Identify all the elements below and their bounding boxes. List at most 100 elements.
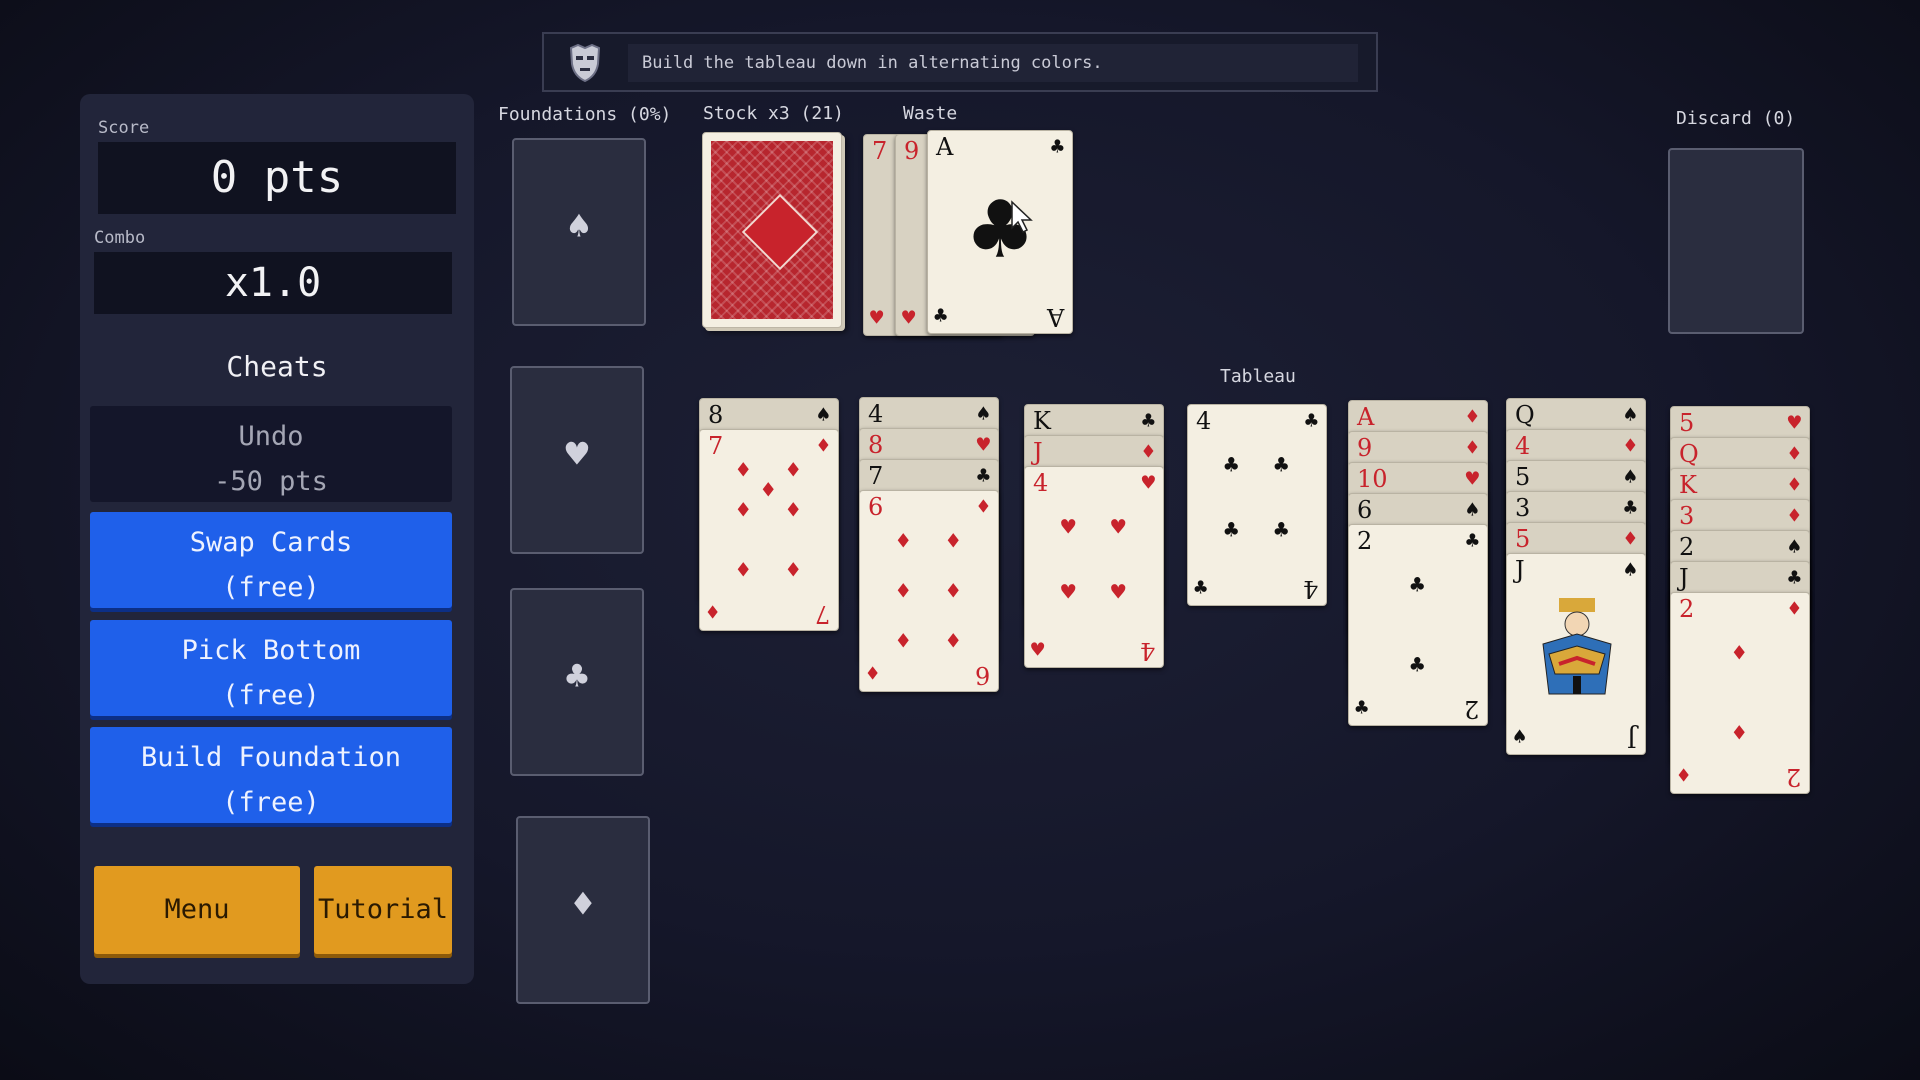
card-suit-bottom: ♦: [1677, 764, 1691, 789]
card-back: [711, 141, 833, 319]
foundations-label: Foundations (0%): [498, 104, 672, 125]
swap-cards-label: Swap Cards: [189, 527, 353, 558]
swap-cards-cost: (free): [222, 572, 320, 603]
card-rank: 8: [868, 431, 884, 459]
card-pip: ♦: [946, 577, 961, 605]
tableau-card[interactable]: 2 ♣ ♣ 2 ♣ ♣: [1348, 524, 1488, 726]
card-rank-bottom: 7: [814, 600, 830, 628]
card-rank: 6: [868, 493, 884, 521]
card-pip: ♥: [1111, 578, 1126, 606]
card-rank: 8: [708, 401, 724, 429]
card-suit: ♦: [1787, 442, 1801, 467]
card-pip: ♦: [736, 456, 751, 484]
swap-cards-button[interactable]: Swap Cards (free): [90, 512, 452, 608]
card-rank: K: [1679, 471, 1697, 499]
jack-portrait-icon: [1542, 598, 1612, 695]
card-suit: ♣: [1465, 529, 1479, 554]
card-rank: 4: [1196, 407, 1212, 435]
card-pip: ♦: [1732, 639, 1747, 667]
card-suit: ♦: [1787, 504, 1801, 529]
waste-under-1-rank: 7: [872, 137, 888, 165]
card-suit: ♦: [1623, 434, 1637, 459]
menu-button[interactable]: Menu: [94, 866, 300, 954]
pick-bottom-button[interactable]: Pick Bottom (free): [90, 620, 452, 716]
card-rank: J: [1679, 564, 1689, 592]
card-rank-bottom: 2: [1463, 695, 1479, 723]
card-rank: 4: [868, 400, 884, 428]
card-pip: ♣: [1410, 571, 1425, 599]
combo-label: Combo: [94, 228, 146, 248]
card-pip: ♥: [1111, 513, 1126, 541]
discard-pile[interactable]: [1668, 148, 1804, 334]
card-rank: 5: [1515, 525, 1531, 553]
card-pip: ♦: [736, 496, 751, 524]
tableau-card[interactable]: 4 ♣ ♣ 4 ♣ ♣ ♣ ♣: [1187, 404, 1327, 606]
card-suit: ♥: [1465, 467, 1479, 492]
waste-under-1-suit: ♥: [870, 306, 884, 331]
card-rank-bottom: 4: [1139, 637, 1155, 665]
club-icon: ♣: [565, 654, 589, 698]
waste-under-2-rank: 9: [904, 137, 920, 165]
card-pip: ♦: [786, 556, 801, 584]
card-suit: ♥: [1787, 411, 1801, 436]
waste-top-suit-bottom: ♣: [934, 304, 948, 329]
waste-top-rank-bottom: A: [1046, 303, 1064, 331]
card-suit: ♦: [1465, 436, 1479, 461]
waste-top-rank: A: [936, 133, 954, 161]
waste-top-card[interactable]: A ♣ ♣ ♣ A: [927, 130, 1073, 334]
foundation-clubs[interactable]: ♣: [510, 588, 644, 776]
card-suit: ♦: [976, 495, 990, 520]
card-pip: ♦: [761, 476, 776, 504]
card-rank: 3: [1679, 502, 1695, 530]
card-rank-bottom: 2: [1785, 763, 1801, 791]
waste-top-suit: ♣: [1050, 135, 1064, 160]
card-suit: ♠: [976, 402, 990, 427]
card-suit: ♠: [816, 403, 830, 428]
tutorial-button[interactable]: Tutorial: [314, 866, 452, 954]
tableau-card[interactable]: 6 ♦ ♦ 6 ♦ ♦ ♦ ♦ ♦ ♦: [859, 490, 999, 692]
card-pip: ♦: [786, 456, 801, 484]
tableau-card[interactable]: J ♠ ♠ J: [1506, 553, 1646, 755]
build-foundation-label: Build Foundation: [140, 742, 402, 773]
card-back-emblem: [741, 193, 819, 271]
card-suit: ♠: [1623, 465, 1637, 490]
card-suit: ♥: [1141, 471, 1155, 496]
card-rank: A: [1357, 403, 1375, 431]
build-foundation-cost: (free): [222, 787, 320, 818]
card-rank: 2: [1357, 527, 1373, 555]
combo-value: x1.0: [94, 252, 452, 314]
foundation-hearts[interactable]: ♥: [510, 366, 644, 554]
hint-text: Build the tableau down in alternating co…: [628, 44, 1358, 82]
card-rank-bottom: J: [1627, 724, 1637, 752]
card-rank: 7: [868, 462, 884, 490]
tableau-card[interactable]: 7 ♦ ♦ 7 ♦ ♦ ♦ ♦ ♦ ♦ ♦: [699, 429, 839, 631]
discard-label: Discard (0): [1676, 108, 1796, 129]
card-pip: ♣: [1274, 516, 1289, 544]
build-foundation-button[interactable]: Build Foundation (free): [90, 727, 452, 823]
card-suit-bottom: ♠: [1513, 725, 1527, 750]
card-suit: ♣: [976, 464, 990, 489]
card-pip: ♥: [1061, 578, 1076, 606]
foundation-diamonds[interactable]: ♦: [516, 816, 650, 1004]
card-pip: ♦: [896, 627, 911, 655]
tableau-label: Tableau: [1220, 366, 1296, 387]
card-pip: ♦: [946, 627, 961, 655]
card-rank: K: [1033, 407, 1051, 435]
tableau-card[interactable]: 2 ♦ ♦ 2 ♦ ♦: [1670, 592, 1810, 794]
card-pip: ♦: [896, 577, 911, 605]
cheats-title: Cheats: [226, 350, 328, 383]
card-rank: J: [1515, 556, 1525, 584]
undo-button[interactable]: Undo -50 pts: [90, 406, 452, 502]
tableau-card[interactable]: 4 ♥ ♥ 4 ♥ ♥ ♥ ♥: [1024, 466, 1164, 668]
stock-pile[interactable]: [702, 132, 842, 328]
card-rank-bottom: 4: [1302, 575, 1318, 603]
card-suit: ♣: [1787, 566, 1801, 591]
undo-label: Undo: [238, 421, 304, 452]
diamond-icon: ♦: [571, 882, 595, 926]
card-pip: ♦: [786, 496, 801, 524]
card-suit: ♥: [976, 433, 990, 458]
foundation-spades[interactable]: ♠: [512, 138, 646, 326]
hint-bar: Build the tableau down in alternating co…: [542, 32, 1378, 92]
card-suit: ♠: [1623, 558, 1637, 583]
cursor-icon: [1011, 200, 1033, 234]
